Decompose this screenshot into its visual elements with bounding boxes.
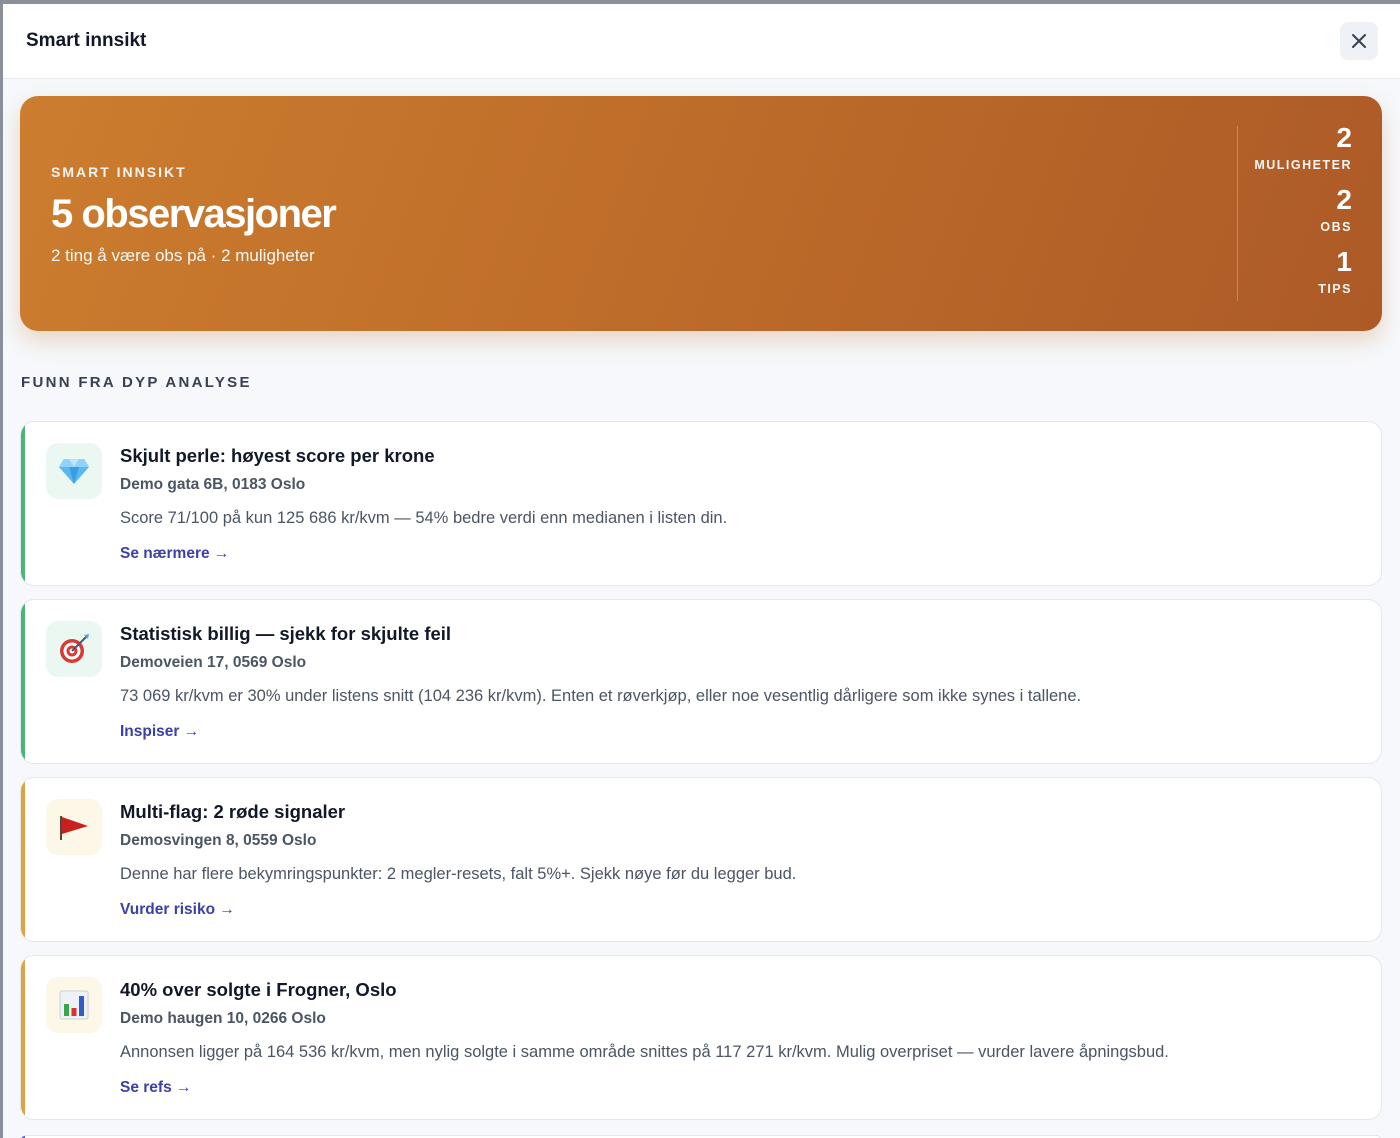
card-body: Skjult perle: høyest score per krone Dem… — [120, 445, 1351, 563]
summary-eyebrow: SMART INNSIKT — [51, 164, 187, 180]
observation-count: 5 observasjoner — [51, 192, 337, 236]
card-address: Demosvingen 8, 0559 Oslo — [120, 832, 317, 849]
finding-card: Skjult perle: høyest score per krone Dem… — [20, 421, 1382, 586]
close-icon — [1352, 34, 1366, 48]
modal-title: Smart innsikt — [26, 30, 147, 51]
close-button[interactable] — [1340, 22, 1378, 60]
findings-list: Skjult perle: høyest score per krone Dem… — [20, 421, 1382, 1133]
stat-obs: 2 OBS — [1254, 184, 1352, 235]
summary-banner: SMART INNSIKT 5 observasjoner 2 ting å v… — [20, 96, 1382, 331]
bar-chart-icon — [59, 990, 89, 1020]
stat-muligheter: 2 MULIGHETER — [1254, 122, 1352, 173]
card-address: Demoveien 17, 0569 Oslo — [120, 654, 307, 671]
card-title: Skjult perle: høyest score per krone — [120, 445, 435, 466]
card-icon-box — [46, 977, 102, 1033]
card-body: Multi-flag: 2 røde signaler Demosvingen … — [120, 801, 1351, 919]
stat-label: MULIGHETER — [1254, 158, 1352, 172]
finding-card: 40% over solgte i Frogner, Oslo Demo hau… — [20, 955, 1382, 1120]
card-description: Annonsen ligger på 164 536 kr/kvm, men n… — [120, 1043, 1169, 1061]
stat-value: 2 — [1336, 122, 1352, 153]
card-body: 40% over solgte i Frogner, Oslo Demo hau… — [120, 979, 1351, 1097]
assess-risk-link[interactable]: Vurder risiko → — [120, 901, 235, 919]
red-flag-icon — [60, 816, 88, 840]
card-description: Score 71/100 på kun 125 686 kr/kvm — 54%… — [120, 509, 728, 527]
card-title: Multi-flag: 2 røde signaler — [120, 801, 346, 822]
stat-value: 2 — [1336, 184, 1352, 215]
finding-card: Statistisk billig — sjekk for skjulte fe… — [20, 599, 1382, 764]
see-refs-link[interactable]: Se refs → — [120, 1079, 192, 1097]
card-description: Denne har flere bekymringspunkter: 2 meg… — [120, 865, 797, 883]
banner-divider — [1237, 126, 1238, 301]
card-title: Statistisk billig — sjekk for skjulte fe… — [120, 623, 452, 644]
stat-value: 1 — [1336, 246, 1352, 277]
summary-text: SMART INNSIKT 5 observasjoner 2 ting å v… — [51, 164, 337, 266]
card-title: 40% over solgte i Frogner, Oslo — [120, 979, 397, 1000]
insight-modal: Smart innsikt SMART INNSIKT 5 observasjo… — [3, 4, 1400, 1138]
summary-subtitle: 2 ting å være obs på · 2 muligheter — [51, 246, 315, 265]
stat-tips: 1 TIPS — [1254, 246, 1352, 297]
see-more-link[interactable]: Se nærmere → — [120, 545, 229, 563]
finding-card: Multi-flag: 2 røde signaler Demosvingen … — [20, 777, 1382, 942]
card-icon-box — [46, 621, 102, 677]
stat-label: TIPS — [1318, 282, 1352, 296]
card-body: Statistisk billig — sjekk for skjulte fe… — [120, 623, 1351, 741]
card-description: 73 069 kr/kvm er 30% under listens snitt… — [120, 687, 1082, 705]
card-icon-box — [46, 443, 102, 499]
diamond-icon — [59, 459, 89, 484]
card-icon-box — [46, 799, 102, 855]
target-icon — [60, 634, 89, 663]
summary-stats: 2 MULIGHETER 2 OBS 1 TIPS — [1254, 124, 1352, 310]
modal-header: Smart innsikt — [3, 4, 1400, 79]
card-address: Demo gata 6B, 0183 Oslo — [120, 476, 306, 493]
stat-label: OBS — [1320, 220, 1352, 234]
inspect-link[interactable]: Inspiser → — [120, 723, 199, 741]
card-address: Demo haugen 10, 0266 Oslo — [120, 1010, 326, 1027]
section-title: FUNN FRA DYP ANALYSE — [21, 374, 252, 391]
